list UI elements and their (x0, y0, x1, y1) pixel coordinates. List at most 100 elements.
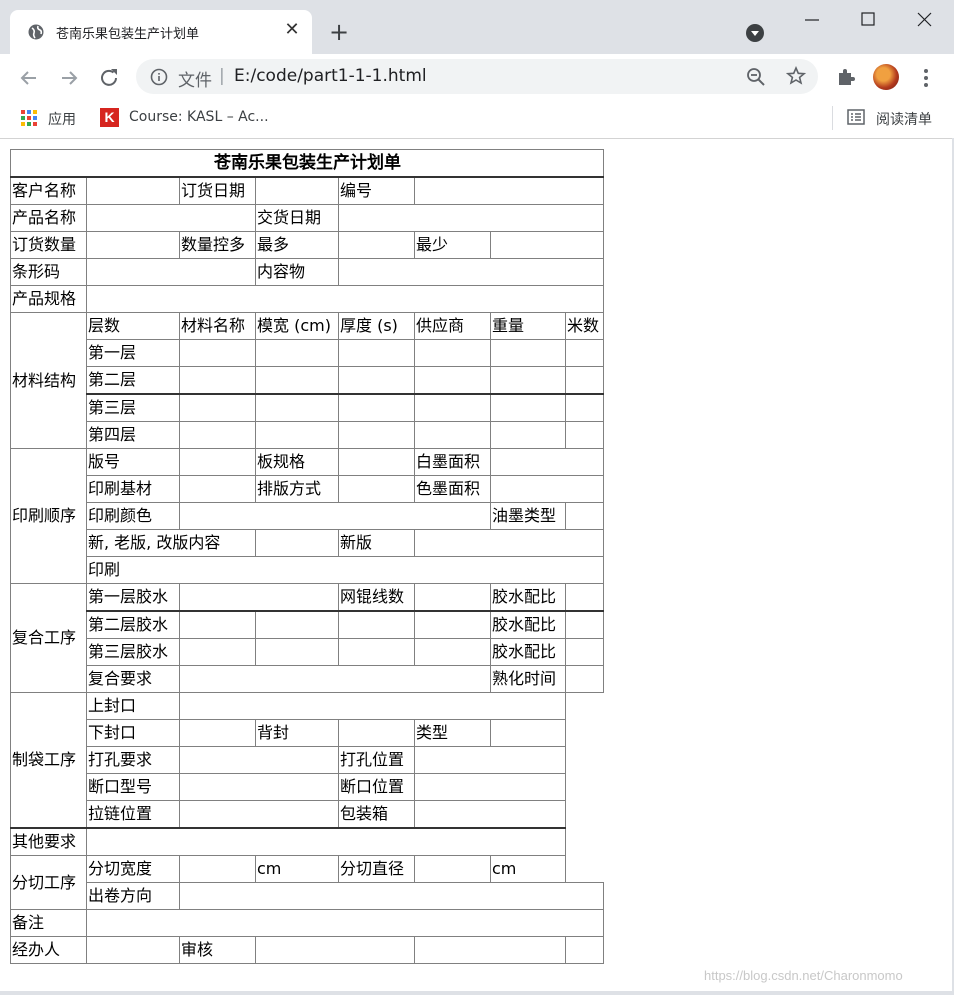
maximize-icon[interactable] (848, 8, 888, 32)
product-name-cell[interactable] (86, 204, 256, 232)
table-cell[interactable] (565, 936, 604, 964)
table-cell[interactable] (490, 421, 566, 449)
table-cell[interactable] (338, 638, 415, 666)
plate-change-cell[interactable] (255, 529, 339, 557)
punch-pos-cell[interactable] (414, 746, 566, 774)
order-date-cell[interactable] (255, 176, 339, 205)
table-cell[interactable] (255, 421, 339, 449)
plate-no-cell[interactable] (179, 448, 256, 476)
table-cell[interactable] (414, 366, 491, 395)
table-cell[interactable] (490, 393, 566, 422)
reading-list-label[interactable]: 阅读清单 (876, 109, 932, 129)
curing-time-cell[interactable] (565, 665, 604, 693)
number-cell[interactable] (414, 176, 604, 205)
top-seal-cell[interactable] (179, 692, 566, 720)
contents-cell[interactable] (338, 258, 604, 286)
table-cell[interactable] (565, 393, 604, 422)
table-cell[interactable] (255, 638, 339, 666)
zoom-out-icon[interactable] (746, 67, 766, 87)
new-tab-button[interactable]: + (326, 20, 352, 46)
table-cell[interactable] (255, 339, 339, 367)
review-cell[interactable] (255, 936, 415, 964)
most-cell[interactable] (338, 231, 415, 259)
bottom-seal-cell[interactable] (179, 719, 256, 747)
plate-spec-cell[interactable] (338, 448, 415, 476)
table-cell[interactable] (179, 366, 256, 395)
order-qty-cell[interactable] (86, 231, 180, 259)
punch-req-cell[interactable] (179, 746, 339, 774)
product-spec-cell[interactable] (86, 285, 604, 313)
table-cell[interactable] (414, 610, 491, 639)
remarks-cell[interactable] (86, 909, 604, 937)
new-plate-cell[interactable] (414, 529, 604, 557)
laminating-requirements-cell[interactable] (179, 665, 491, 693)
table-cell[interactable] (255, 393, 339, 422)
ink-type-cell[interactable] (565, 502, 604, 530)
notch-pos-cell[interactable] (414, 773, 566, 801)
glue-ratio-cell[interactable] (565, 583, 604, 612)
avatar[interactable] (873, 64, 899, 90)
table-cell[interactable] (414, 638, 491, 666)
table-cell[interactable] (490, 366, 566, 395)
table-cell[interactable] (179, 638, 256, 666)
substrate-cell[interactable] (179, 475, 256, 503)
glue-ratio-cell[interactable] (565, 610, 604, 639)
table-cell[interactable] (338, 610, 415, 639)
notch-model-cell[interactable] (179, 773, 339, 801)
minimize-icon[interactable] (792, 8, 832, 32)
apps-grid-icon[interactable] (20, 109, 38, 127)
url-text[interactable]: E:/code/part1-1-1.html (234, 66, 427, 86)
zipper-pos-cell[interactable] (179, 800, 339, 829)
handler-cell[interactable] (86, 936, 180, 964)
type-cell[interactable] (490, 719, 566, 747)
table-cell[interactable] (414, 393, 491, 422)
back-seal-cell[interactable] (338, 719, 415, 747)
delivery-date-cell[interactable] (338, 204, 604, 232)
close-window-icon[interactable] (904, 8, 944, 32)
barcode-cell[interactable] (86, 258, 256, 286)
table-cell[interactable] (490, 339, 566, 367)
packing-box-cell[interactable] (414, 800, 566, 829)
table-cell[interactable] (255, 610, 339, 639)
forward-arrow-icon[interactable] (56, 65, 82, 91)
least-cell[interactable] (490, 231, 604, 259)
more-menu-icon[interactable] (918, 67, 934, 89)
reading-list-icon[interactable] (847, 109, 865, 125)
address-bar[interactable]: 文件 | E:/code/part1-1-1.html (136, 59, 818, 94)
white-ink-area-cell[interactable] (490, 448, 604, 476)
table-cell[interactable] (565, 421, 604, 449)
mesh-lines-cell[interactable] (414, 583, 491, 612)
table-cell[interactable] (338, 366, 415, 395)
roll-direction-cell[interactable] (179, 882, 604, 910)
bookmark-star-icon[interactable] (786, 66, 806, 86)
table-cell[interactable] (414, 936, 566, 964)
table-cell[interactable] (338, 339, 415, 367)
table-cell[interactable] (255, 366, 339, 395)
table-cell[interactable] (414, 339, 491, 367)
table-cell[interactable] (565, 366, 604, 395)
table-cell[interactable] (179, 421, 256, 449)
glue-ratio-cell[interactable] (565, 638, 604, 666)
glue1-cell[interactable] (179, 583, 339, 612)
slit-width-cell[interactable] (179, 855, 256, 883)
color-ink-area-cell[interactable] (490, 475, 604, 503)
table-cell[interactable] (414, 421, 491, 449)
active-tab[interactable]: 苍南乐果包装生产计划单 ✕ (10, 10, 312, 54)
table-cell[interactable] (338, 393, 415, 422)
layout-cell[interactable] (338, 475, 415, 503)
table-cell[interactable] (179, 393, 256, 422)
bookmark-apps[interactable]: 应用 (48, 109, 76, 129)
customer-name-cell[interactable] (86, 176, 180, 205)
reload-icon[interactable] (96, 65, 122, 91)
close-tab-icon[interactable]: ✕ (282, 20, 302, 40)
other-requirements-cell[interactable] (86, 827, 566, 856)
print-color-cell[interactable] (179, 502, 491, 530)
table-cell[interactable] (179, 610, 256, 639)
slit-diameter-cell[interactable] (414, 855, 491, 883)
tab-search-icon[interactable] (745, 23, 765, 43)
table-cell[interactable] (338, 421, 415, 449)
back-arrow-icon[interactable] (16, 65, 42, 91)
bookmark-course-kasl[interactable]: Course: KASL – Ac... (129, 109, 269, 125)
table-cell[interactable] (565, 339, 604, 367)
extensions-puzzle-icon[interactable] (836, 67, 856, 87)
